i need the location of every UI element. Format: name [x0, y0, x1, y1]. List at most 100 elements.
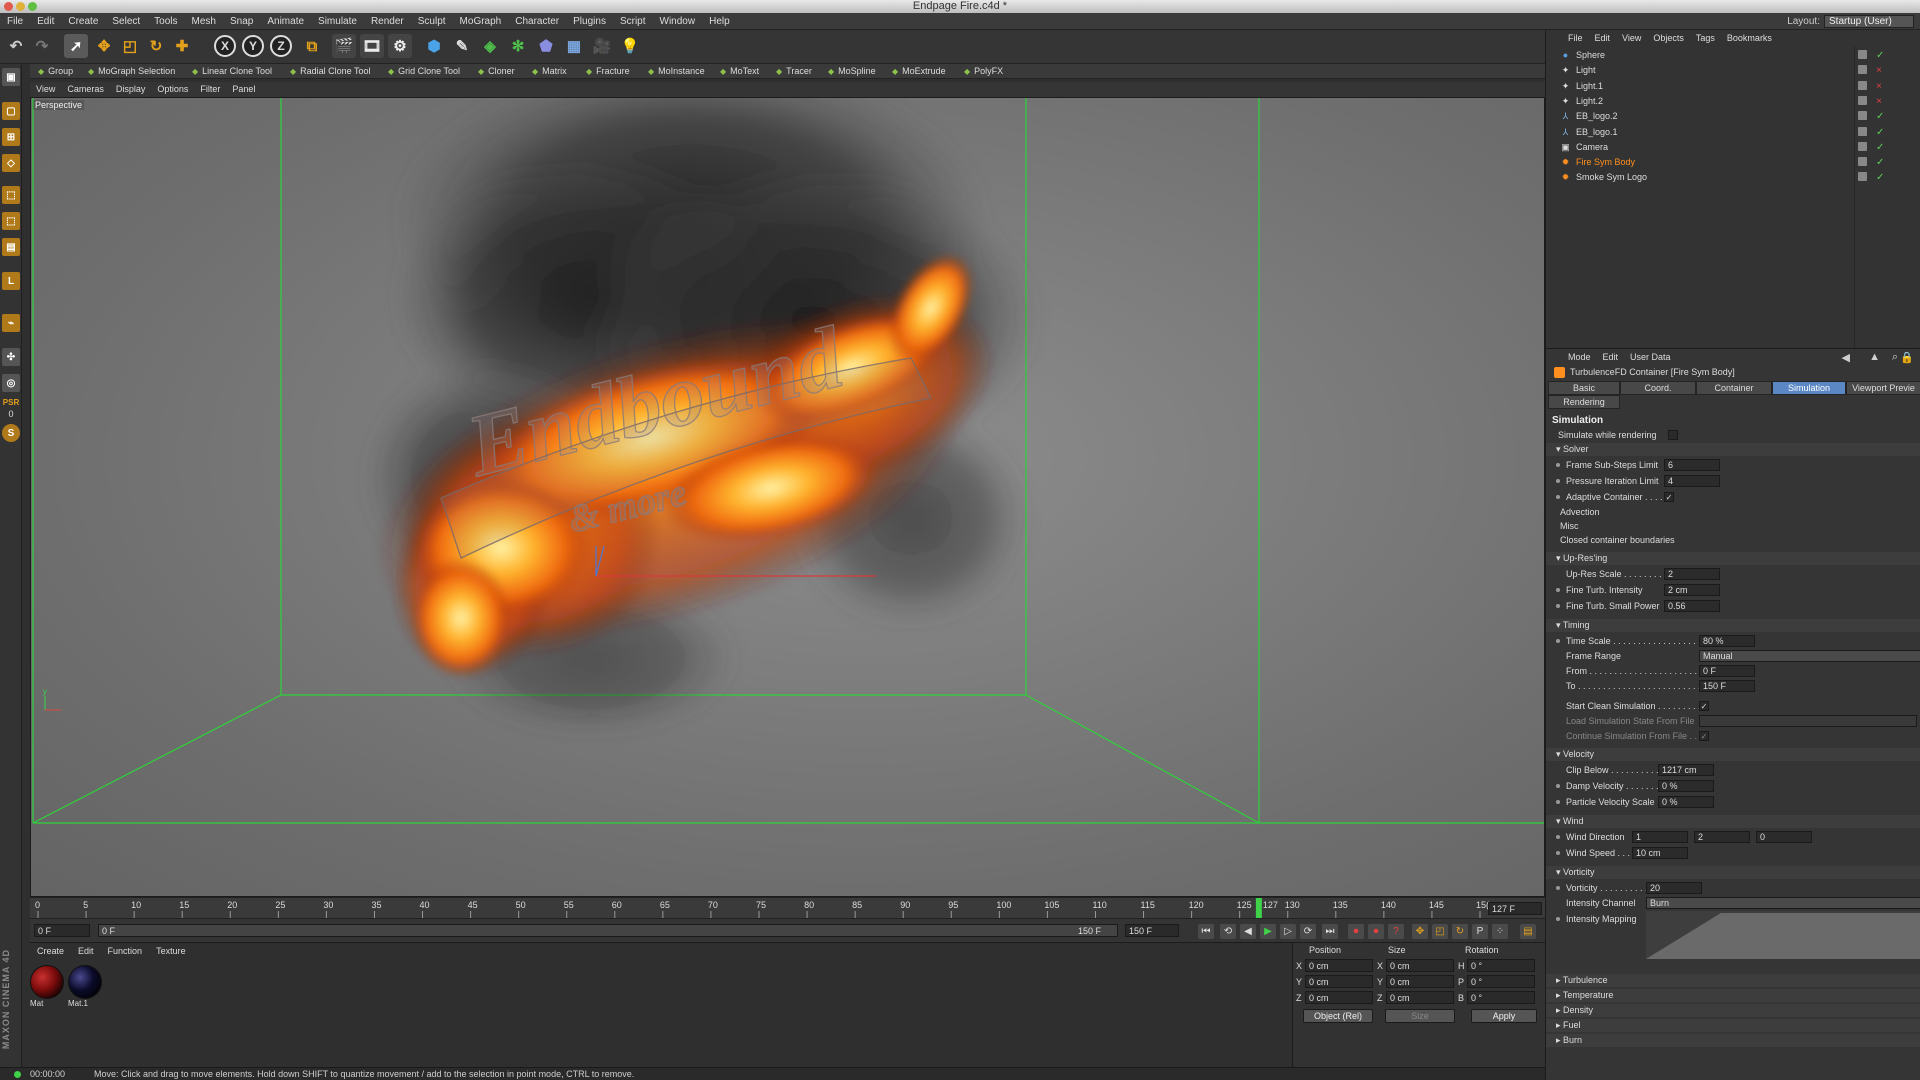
polyfx-button[interactable]: PolyFX [964, 64, 1003, 79]
object-row[interactable]: ✹ Smoke Sym Logo ✓ [1546, 170, 1920, 185]
layer-visibility-icon[interactable] [1858, 50, 1867, 59]
x-axis-lock-button[interactable]: X [214, 35, 236, 57]
menu-create[interactable]: Create [61, 13, 105, 30]
axis-mode-icon[interactable]: L [2, 272, 20, 290]
grid-clone-tool[interactable]: Grid Clone Tool [388, 64, 460, 79]
enabled-check-icon[interactable]: ✓ [1876, 125, 1884, 140]
tracer-button[interactable]: Tracer [776, 64, 812, 79]
viewport-menu-view[interactable]: View [30, 82, 61, 97]
damp-velocity-field[interactable]: 0 % [1658, 780, 1714, 792]
menu-select[interactable]: Select [105, 13, 147, 30]
cloner-button[interactable]: Cloner [478, 64, 515, 79]
tab-simulation[interactable]: Simulation [1772, 381, 1846, 395]
record-key-icon[interactable]: ⏺ [1348, 924, 1364, 939]
edges-mode-icon[interactable]: ⬚ [2, 212, 20, 230]
layer-visibility-icon[interactable] [1858, 172, 1867, 182]
coordinate-system-icon[interactable]: ⧉ [300, 34, 324, 58]
object-row[interactable]: ✦ Light.1 × [1546, 79, 1920, 94]
tab-container[interactable]: Container [1696, 381, 1772, 395]
minimize-window-button[interactable] [16, 2, 25, 11]
attr-menu-edit[interactable]: Edit [1597, 349, 1625, 365]
spline-pen-icon[interactable]: ✎ [450, 34, 474, 58]
viewport-menu-display[interactable]: Display [110, 82, 152, 97]
menu-render[interactable]: Render [364, 13, 411, 30]
material-swatch[interactable]: Mat.1 [68, 965, 102, 1011]
render-view-icon[interactable]: 🎬 [332, 34, 356, 58]
back-arrow-icon[interactable]: ◀ [1842, 351, 1850, 364]
rotation-p-field[interactable]: 0 ° [1467, 975, 1535, 988]
object-row[interactable]: ✦ Light × [1546, 63, 1920, 78]
disabled-x-icon[interactable]: × [1876, 79, 1882, 94]
group-density[interactable]: ▸ Density [1546, 1004, 1920, 1017]
fine-turb-small-field[interactable]: 0.56 [1664, 600, 1720, 612]
current-frame-readout[interactable]: 127 F [1488, 902, 1542, 915]
obj-menu-edit[interactable]: Edit [1589, 30, 1617, 46]
rotation-h-field[interactable]: 0 ° [1467, 959, 1535, 972]
size-x-field[interactable]: 0 cm [1386, 959, 1454, 972]
object-row[interactable]: ✹ Fire Sym Body ✓ [1546, 155, 1920, 170]
layout-dropdown[interactable]: Startup (User) [1824, 15, 1914, 28]
layer-visibility-icon[interactable] [1858, 65, 1867, 75]
subdivision-surface-icon[interactable]: ◈ [478, 34, 502, 58]
pressure-iteration-field[interactable]: 4 [1664, 475, 1720, 487]
moinstance-button[interactable]: MoInstance [648, 64, 705, 79]
menu-plugins[interactable]: Plugins [566, 13, 613, 30]
mat-menu-function[interactable]: Function [101, 943, 150, 959]
position-y-field[interactable]: 0 cm [1305, 975, 1373, 988]
disabled-x-icon[interactable]: × [1876, 63, 1882, 78]
go-to-start-icon[interactable]: ⏮ [1198, 924, 1214, 939]
misc-row[interactable]: Misc [1546, 520, 1920, 533]
undo-icon[interactable]: ↶ [4, 34, 28, 58]
enabled-check-icon[interactable]: ✓ [1876, 140, 1884, 155]
fine-turb-intensity-field[interactable]: 2 cm [1664, 584, 1720, 596]
obj-menu-file[interactable]: File [1562, 30, 1589, 46]
layer-visibility-icon[interactable] [1858, 141, 1867, 151]
simulate-while-rendering-checkbox[interactable] [1668, 430, 1678, 440]
attr-menu-user-data[interactable]: User Data [1624, 349, 1677, 365]
points-mode-icon[interactable]: ⬚ [2, 186, 20, 204]
close-window-button[interactable] [4, 2, 13, 11]
object-row[interactable]: ▣ Camera ✓ [1546, 140, 1920, 155]
polygons-mode-icon[interactable]: ▤ [2, 238, 20, 256]
tab-viewport-preview[interactable]: Viewport Previe [1846, 381, 1920, 395]
object-row[interactable]: ● Sphere ✓ [1546, 48, 1920, 63]
scale-tool-icon[interactable]: ◰ [118, 34, 142, 58]
upres-scale-field[interactable]: 2 [1664, 568, 1720, 580]
obj-menu-bookmarks[interactable]: Bookmarks [1721, 30, 1778, 46]
adaptive-container-checkbox[interactable]: ✓ [1664, 492, 1674, 502]
array-icon[interactable]: ✻ [506, 34, 530, 58]
group-wind[interactable]: ▾ Wind [1546, 815, 1920, 828]
model-mode-icon[interactable]: ▢ [2, 102, 20, 120]
mat-menu-create[interactable]: Create [30, 943, 71, 959]
y-axis-lock-button[interactable]: Y [242, 35, 264, 57]
group-temperature[interactable]: ▸ Temperature [1546, 989, 1920, 1002]
viewport-menu-options[interactable]: Options [151, 82, 194, 97]
current-frame-field[interactable]: 0 F [34, 924, 90, 937]
group-solver[interactable]: ▾ Solver [1546, 443, 1920, 456]
intensity-channel-dropdown[interactable]: Burn [1646, 897, 1920, 909]
group-upres[interactable]: ▾ Up-Res'ing [1546, 552, 1920, 565]
wind-direction-x-field[interactable]: 1 [1632, 831, 1688, 843]
viewport-menu-cameras[interactable]: Cameras [61, 82, 110, 97]
camera-create-icon[interactable]: 🎥 [590, 34, 614, 58]
object-row[interactable]: ⅄ EB_logo.1 ✓ [1546, 125, 1920, 140]
tab-basic[interactable]: Basic [1548, 381, 1620, 395]
autokey-icon[interactable]: ⏺ [1368, 924, 1384, 939]
from-field[interactable]: 0 F [1699, 665, 1755, 677]
solo-icon[interactable]: S [2, 424, 20, 442]
tab-rendering[interactable]: Rendering [1548, 395, 1620, 409]
object-row[interactable]: ⅄ EB_logo.2 ✓ [1546, 109, 1920, 124]
menu-tools[interactable]: Tools [147, 13, 184, 30]
mospline-button[interactable]: MoSpline [828, 64, 876, 79]
rotation-b-field[interactable]: 0 ° [1467, 991, 1535, 1004]
timeline-ruler[interactable]: 0 5 10 15 20 25 30 35 40 45 50 55 60 65 70 75 80 85 90 95 10… [30, 897, 1545, 919]
vorticity-field[interactable]: 20 [1646, 882, 1702, 894]
current-frame-marker[interactable] [1255, 898, 1262, 919]
keyframe-selection-icon[interactable]: ? [1388, 924, 1404, 939]
frame-substeps-field[interactable]: 6 [1664, 459, 1720, 471]
zoom-window-button[interactable] [28, 2, 37, 11]
menu-file[interactable]: File [0, 13, 30, 30]
menu-snap[interactable]: Snap [223, 13, 260, 30]
mograph-selection[interactable]: MoGraph Selection [88, 64, 175, 79]
tweak-mode-icon[interactable]: ⌁ [2, 314, 20, 332]
